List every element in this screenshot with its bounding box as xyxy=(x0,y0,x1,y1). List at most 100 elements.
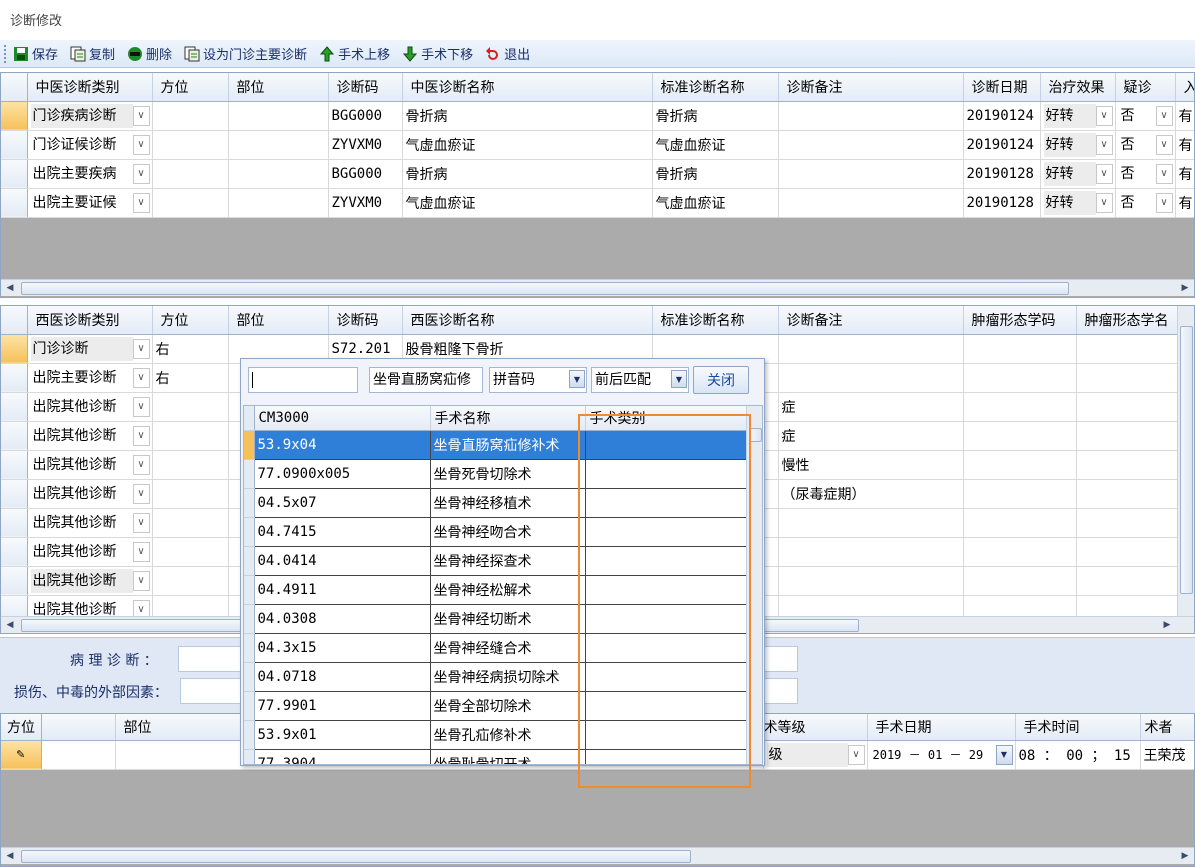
table-row[interactable]: 门诊疾病诊断 ∨ BGG000 骨折病 骨折病 20190124 好转 ∨ 否 ∨ 有 xyxy=(1,101,1194,131)
chevron-down-icon[interactable]: ∨ xyxy=(1095,163,1113,184)
row-indicator[interactable] xyxy=(1,508,28,538)
scroll-thumb[interactable] xyxy=(21,850,691,863)
wm-type-combo[interactable]: 出院主要诊断 ∨ xyxy=(30,364,152,392)
col-extra[interactable]: 入 xyxy=(1175,73,1194,102)
row-indicator[interactable] xyxy=(1,392,28,422)
effect-combo[interactable]: 好转 ∨ xyxy=(1043,102,1115,130)
tcm-horizontal-scrollbar[interactable]: ◀ ▶ xyxy=(1,279,1194,296)
col-op-time[interactable]: 手术时间 xyxy=(1015,714,1141,741)
op-date-picker[interactable]: 2019 － 01 － 29 ▼ xyxy=(870,741,1015,769)
wm-type-combo[interactable]: 出院其他诊断 ∨ xyxy=(30,567,152,595)
chevron-down-icon[interactable]: ∨ xyxy=(1095,192,1113,213)
chevron-down-icon[interactable]: ∨ xyxy=(132,134,150,155)
wm-type-combo[interactable]: 出院其他诊断 ∨ xyxy=(30,480,152,508)
col-effect[interactable]: 治疗效果 xyxy=(1040,73,1116,102)
wm-type-combo[interactable]: 出院其他诊断 ∨ xyxy=(30,422,152,450)
select-all-corner[interactable] xyxy=(1,73,28,102)
scroll-left-icon[interactable]: ◀ xyxy=(3,618,17,632)
effect-combo[interactable]: 好转 ∨ xyxy=(1043,189,1115,217)
tcm-type-combo[interactable]: 门诊疾病诊断 ∨ xyxy=(30,102,152,130)
col-wm-name[interactable]: 西医诊断名称 xyxy=(402,306,653,335)
chevron-down-icon[interactable]: ∨ xyxy=(1095,105,1113,126)
col-tumor-code[interactable]: 肿瘤形态学码 xyxy=(963,306,1077,335)
chevron-down-icon[interactable]: ∨ xyxy=(847,744,865,765)
row-indicator[interactable] xyxy=(1,479,28,509)
row-indicator[interactable] xyxy=(1,130,28,160)
scroll-thumb[interactable] xyxy=(749,428,762,442)
lookup-row[interactable]: 04.7415 坐骨神经吻合术 xyxy=(244,517,747,547)
wm-type-combo[interactable]: 出院其他诊断 ∨ xyxy=(30,451,152,479)
effect-combo[interactable]: 好转 ∨ xyxy=(1043,160,1115,188)
row-indicator[interactable] xyxy=(1,363,28,393)
tcm-type-combo[interactable]: 出院主要疾病 ∨ xyxy=(30,160,152,188)
chevron-down-icon[interactable]: ∨ xyxy=(132,454,150,475)
select-all-corner[interactable] xyxy=(1,306,28,335)
wm-type-combo[interactable]: 出院其他诊断 ∨ xyxy=(30,538,152,566)
row-indicator[interactable] xyxy=(1,450,28,480)
save-button[interactable]: 保存 xyxy=(13,44,58,63)
row-indicator[interactable] xyxy=(1,334,28,364)
table-row[interactable]: 出院主要疾病 ∨ BGG000 骨折病 骨折病 20190128 好转 ∨ 否 ∨ 有 xyxy=(1,159,1194,189)
scroll-thumb[interactable] xyxy=(21,282,1069,295)
col-code[interactable]: 诊断码 xyxy=(328,306,403,335)
col-code[interactable]: 诊断码 xyxy=(328,73,403,102)
chevron-down-icon[interactable]: ∨ xyxy=(132,192,150,213)
col-surgery-category[interactable]: 手术类别 xyxy=(585,406,747,431)
lookup-vertical-scrollbar[interactable] xyxy=(746,406,762,764)
chevron-down-icon[interactable]: ∨ xyxy=(1155,134,1173,155)
col-tcm-name[interactable]: 中医诊断名称 xyxy=(402,73,653,102)
chevron-down-icon[interactable]: ∨ xyxy=(132,483,150,504)
wm-type-combo[interactable]: 门诊诊断 ∨ xyxy=(30,335,152,363)
chevron-down-icon[interactable]: ∨ xyxy=(1095,134,1113,155)
chevron-down-icon[interactable]: ∨ xyxy=(1155,163,1173,184)
lookup-row[interactable]: 77.9901 坐骨全部切除术 xyxy=(244,691,747,721)
col-std-name[interactable]: 标准诊断名称 xyxy=(652,306,779,335)
col-note[interactable]: 诊断备注 xyxy=(778,73,964,102)
lookup-row[interactable]: 04.0414 坐骨神经探查术 xyxy=(244,546,747,576)
scroll-thumb[interactable] xyxy=(1180,326,1193,594)
col-surgeon[interactable]: 术者 xyxy=(1140,714,1194,741)
suspect-combo[interactable]: 否 ∨ xyxy=(1118,189,1175,217)
chevron-down-icon[interactable]: ∨ xyxy=(132,570,150,591)
table-row[interactable]: 出院主要证候 ∨ ZYVXM0 气虚血瘀证 气虚血瘀证 20190128 好转 ∨ … xyxy=(1,188,1194,218)
scroll-left-icon[interactable]: ◀ xyxy=(3,281,17,295)
col-op-level[interactable]: 术等级 xyxy=(763,714,868,741)
chevron-down-icon[interactable]: ∨ xyxy=(132,425,150,446)
tcm-type-combo[interactable]: 门诊证候诊断 ∨ xyxy=(30,131,152,159)
suspect-combo[interactable]: 否 ∨ xyxy=(1118,131,1175,159)
mode-dropdown-icon[interactable]: ▼ xyxy=(569,370,585,388)
scroll-right-icon[interactable]: ▶ xyxy=(1178,849,1192,863)
wm-type-combo[interactable]: 出院其他诊断 ∨ xyxy=(30,393,152,421)
row-indicator[interactable] xyxy=(1,537,28,567)
lookup-row[interactable]: 04.3x15 坐骨神经缝合术 xyxy=(244,633,747,663)
row-indicator[interactable] xyxy=(1,566,28,596)
lookup-row[interactable]: 53.9x01 坐骨孔疝修补术 xyxy=(244,720,747,750)
chevron-down-icon[interactable]: ∨ xyxy=(132,541,150,562)
col-note[interactable]: 诊断备注 xyxy=(778,306,964,335)
col-tumor-name[interactable]: 肿瘤形态学名 xyxy=(1076,306,1179,335)
chevron-down-icon[interactable]: ∨ xyxy=(132,367,150,388)
chevron-down-icon[interactable]: ∨ xyxy=(132,338,150,359)
scroll-right-icon[interactable]: ▶ xyxy=(1178,281,1192,295)
lookup-row[interactable]: 77.0900x005 坐骨死骨切除术 xyxy=(244,459,747,489)
row-indicator[interactable] xyxy=(1,101,28,131)
calendar-dropdown-icon[interactable]: ▼ xyxy=(995,744,1013,765)
suspect-combo[interactable]: 否 ∨ xyxy=(1118,160,1175,188)
row-indicator[interactable] xyxy=(1,159,28,189)
lookup-row[interactable]: 53.9x04 坐骨直肠窝疝修补术 xyxy=(244,430,747,460)
op-level-combo[interactable]: 级 ∨ xyxy=(766,741,867,769)
col-suspect[interactable]: 疑诊 xyxy=(1115,73,1176,102)
scroll-left-icon[interactable]: ◀ xyxy=(3,849,17,863)
copy-button[interactable]: 复制 xyxy=(70,44,115,63)
col-tcm-type[interactable]: 中医诊断类别 xyxy=(27,73,153,102)
chevron-down-icon[interactable]: ∨ xyxy=(132,105,150,126)
row-indicator[interactable] xyxy=(1,188,28,218)
lookup-query-text[interactable]: 坐骨直肠窝疝修 xyxy=(369,367,483,393)
col-date[interactable]: 诊断日期 xyxy=(963,73,1041,102)
row-indicator[interactable] xyxy=(1,421,28,451)
chevron-down-icon[interactable]: ∨ xyxy=(132,512,150,533)
lookup-row[interactable]: 04.0718 坐骨神经病损切除术 xyxy=(244,662,747,692)
col-cm3000[interactable]: CM3000 xyxy=(254,406,431,431)
col-position[interactable]: 方位 xyxy=(7,720,35,736)
table-row[interactable]: 门诊证候诊断 ∨ ZYVXM0 气虚血瘀证 气虚血瘀证 20190124 好转 ∨ … xyxy=(1,130,1194,160)
